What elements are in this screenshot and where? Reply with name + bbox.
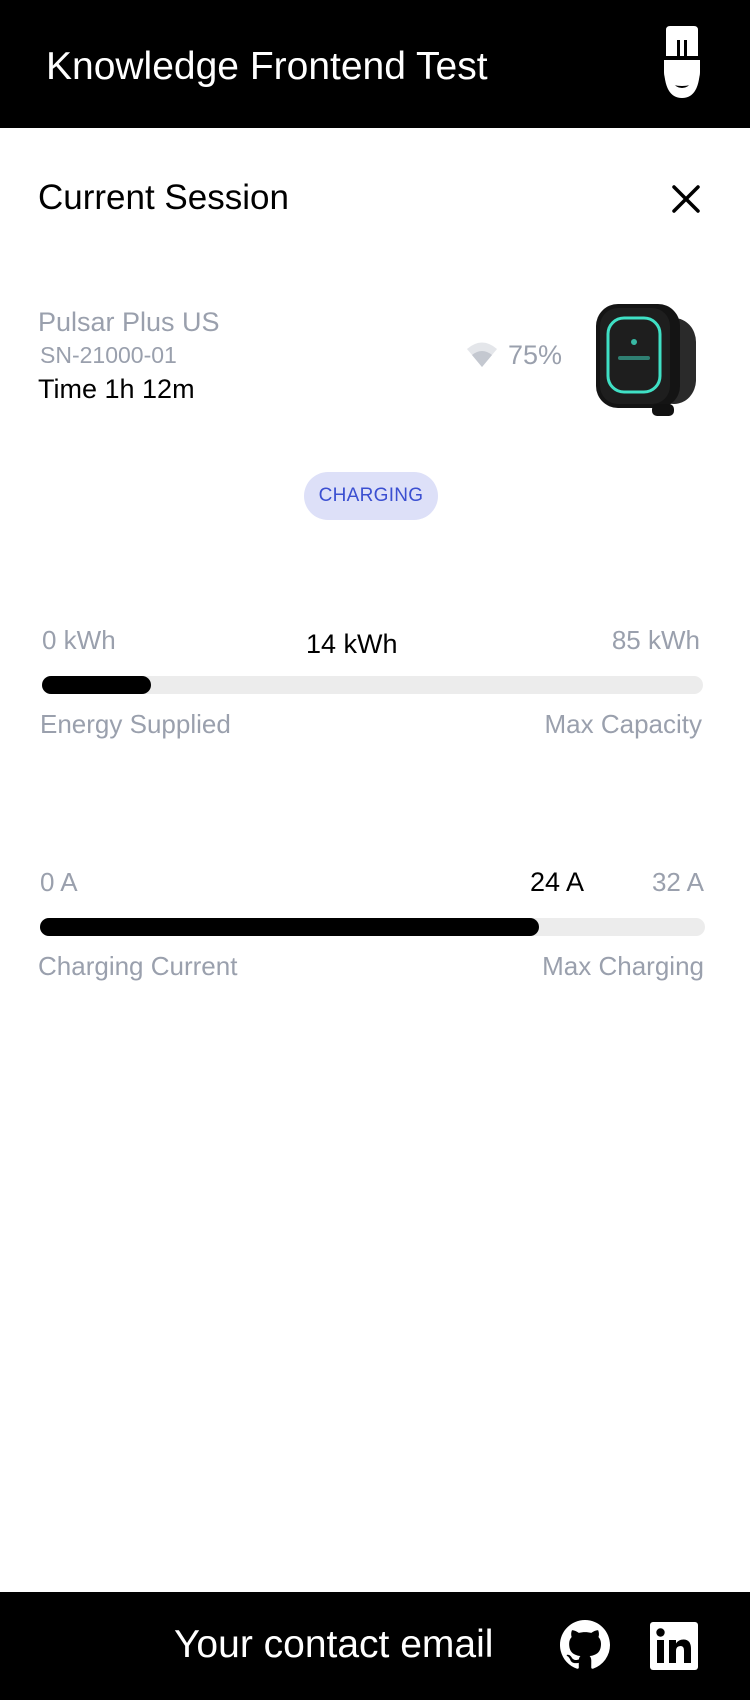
session-time: Time 1h 12m bbox=[38, 374, 195, 404]
energy-supplied-caption: Energy Supplied bbox=[40, 709, 231, 739]
current-min-label: 0 A bbox=[40, 867, 78, 897]
wifi-icon bbox=[467, 342, 497, 367]
energy-progress-track bbox=[42, 676, 703, 694]
device-serial: SN-21000-01 bbox=[40, 342, 177, 368]
close-icon[interactable] bbox=[664, 177, 708, 221]
energy-current-label: 14 kWh bbox=[306, 629, 398, 659]
energy-progress-fill bbox=[42, 676, 151, 694]
app-header: Knowledge Frontend Test bbox=[0, 0, 750, 128]
max-charging-caption: Max Charging bbox=[542, 951, 704, 981]
current-progress-track bbox=[40, 918, 705, 936]
energy-min-label: 0 kWh bbox=[42, 625, 116, 655]
current-max-label: 32 A bbox=[651, 867, 704, 897]
github-icon[interactable] bbox=[560, 1620, 610, 1670]
session-title: Current Session bbox=[38, 178, 289, 217]
linkedin-icon[interactable] bbox=[650, 1622, 698, 1670]
status-badge: CHARGING bbox=[304, 472, 438, 520]
contact-email-link[interactable]: Your contact email bbox=[174, 1620, 493, 1670]
charger-image bbox=[596, 304, 696, 416]
current-progress-fill bbox=[40, 918, 539, 936]
app-footer: Your contact email bbox=[0, 1592, 750, 1700]
signal-strength: 75% bbox=[508, 340, 563, 370]
wallbox-logo-icon bbox=[664, 26, 700, 98]
charging-current-caption: Charging Current bbox=[38, 951, 238, 981]
current-current-label: 24 A bbox=[530, 867, 585, 897]
app-title: Knowledge Frontend Test bbox=[46, 45, 488, 88]
device-name: Pulsar Plus US bbox=[38, 307, 220, 337]
max-capacity-caption: Max Capacity bbox=[544, 709, 703, 739]
energy-max-label: 85 kWh bbox=[611, 625, 700, 655]
